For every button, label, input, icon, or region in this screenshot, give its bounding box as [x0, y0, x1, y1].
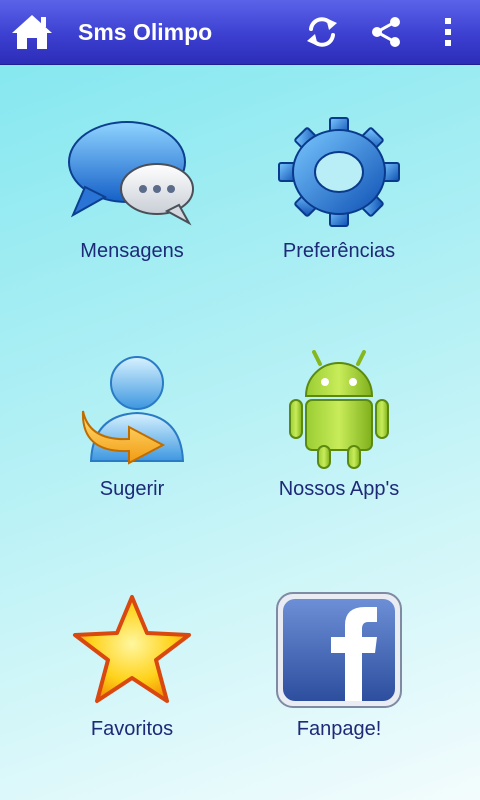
- menu-item-sugerir[interactable]: Sugerir: [12, 350, 252, 570]
- android-icon: [269, 350, 409, 470]
- gear-icon: [269, 112, 409, 232]
- menu-item-mensagens[interactable]: Mensagens: [12, 112, 252, 332]
- menu-item-nossos-apps[interactable]: Nossos App's: [219, 350, 459, 570]
- menu-item-label: Preferências: [282, 240, 396, 262]
- menu-item-preferencias[interactable]: Preferências: [219, 112, 459, 332]
- star-icon: [62, 590, 202, 710]
- menu-item-label: Nossos App's: [278, 478, 400, 500]
- facebook-icon: [269, 590, 409, 710]
- chat-bubbles-icon: [62, 112, 202, 232]
- home-icon: [12, 15, 52, 49]
- menu-item-fanpage[interactable]: Fanpage!: [219, 590, 459, 800]
- menu-item-label: Favoritos: [90, 718, 174, 740]
- menu-item-label: Fanpage!: [296, 718, 382, 740]
- overflow-menu-button[interactable]: [424, 8, 472, 56]
- refresh-icon: [307, 17, 337, 47]
- menu-item-label: Mensagens: [80, 240, 184, 262]
- menu-item-favoritos[interactable]: Favoritos: [12, 590, 252, 800]
- user-arrow-icon: [62, 350, 202, 470]
- share-button[interactable]: [362, 8, 410, 56]
- overflow-menu-icon: [445, 18, 451, 46]
- share-icon: [372, 17, 400, 47]
- action-bar: Sms Olimpo: [0, 0, 480, 65]
- app-title: Sms Olimpo: [78, 19, 213, 45]
- refresh-button[interactable]: [298, 8, 346, 56]
- home-button[interactable]: [6, 8, 58, 56]
- menu-item-label: Sugerir: [99, 478, 165, 500]
